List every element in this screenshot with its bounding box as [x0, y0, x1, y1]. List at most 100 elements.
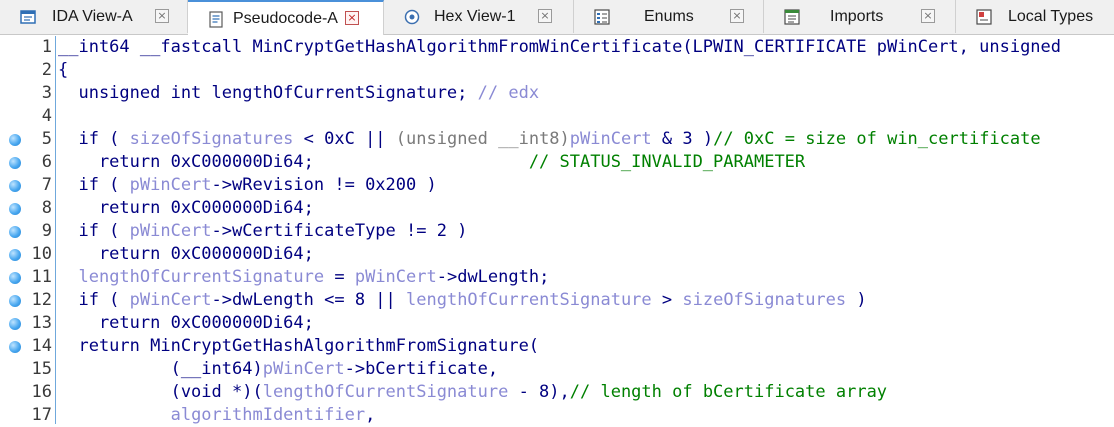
code-line[interactable]: 12 if ( pWinCert->dwLength <= 8 || lengt…	[0, 289, 1114, 312]
code-line[interactable]: 5 if ( sizeOfSignatures < 0xC || (unsign…	[0, 128, 1114, 151]
code-line[interactable]: 15 (__int64)pWinCert->bCertificate,	[0, 358, 1114, 381]
tab-label: Imports	[830, 8, 884, 25]
tab-label: Enums	[644, 8, 694, 25]
code-variable: algorithmIdentifier	[170, 405, 366, 425]
breakpoint-icon[interactable]	[9, 157, 21, 169]
code-variable: lengthOfCurrentSignature	[406, 290, 652, 310]
code-token: if (	[58, 290, 130, 310]
code-token: (void *)(	[58, 382, 263, 402]
code-line[interactable]: 11 lengthOfCurrentSignature = pWinCert->…	[0, 266, 1114, 289]
tab-enums[interactable]: Enums ×	[574, 0, 764, 33]
line-number: 4	[41, 106, 52, 126]
code-token: =	[324, 267, 355, 287]
line-number: 11	[31, 267, 52, 287]
code-line[interactable]: 1 __int64 __fastcall MinCryptGetHashAlgor…	[0, 36, 1114, 59]
breakpoint-icon[interactable]	[9, 134, 21, 146]
code-variable: sizeOfSignatures	[682, 290, 847, 310]
pseudocode-editor[interactable]: 1 __int64 __fastcall MinCryptGetHashAlgor…	[0, 36, 1114, 425]
code-token: return 0xC000000Di64;	[58, 244, 314, 264]
code-token: < 0xC ||	[293, 129, 396, 149]
hex-view-icon	[404, 9, 420, 25]
code-token: ->dwLength;	[436, 267, 550, 287]
code-text: return MinCryptGetHashAlgorithmFromSigna…	[58, 336, 539, 356]
pseudocode-icon	[209, 11, 223, 28]
code-token: )	[846, 290, 867, 310]
line-number: 10	[31, 244, 52, 264]
breakpoint-icon[interactable]	[9, 341, 21, 353]
code-text: if ( pWinCert->wRevision != 0x200 )	[58, 175, 437, 195]
tab-local-types[interactable]: Local Types	[956, 0, 1114, 33]
breakpoint-icon[interactable]	[9, 226, 21, 238]
line-number: 16	[31, 382, 52, 402]
code-text: return 0xC000000Di64;	[58, 313, 314, 333]
tab-label: Local Types	[1008, 8, 1094, 25]
code-line[interactable]: 4	[0, 105, 1114, 128]
code-token: if (	[58, 129, 130, 149]
code-token: ->wRevision != 0x200 )	[211, 175, 437, 195]
code-token: >	[651, 290, 683, 310]
close-icon[interactable]: ×	[538, 9, 552, 23]
code-variable: pWinCert	[129, 221, 212, 241]
code-text: unsigned int lengthOfCurrentSignature; /…	[58, 83, 539, 103]
code-text: {	[58, 60, 68, 80]
code-line[interactable]: 3 unsigned int lengthOfCurrentSignature;…	[0, 82, 1114, 105]
code-text: if ( sizeOfSignatures < 0xC || (unsigned…	[58, 129, 1041, 149]
breakpoint-icon[interactable]	[9, 318, 21, 330]
tab-pseudocode-a[interactable]: Pseudocode-A ×	[188, 0, 384, 35]
code-text: (__int64)pWinCert->bCertificate,	[58, 359, 499, 379]
code-text: lengthOfCurrentSignature = pWinCert->dwL…	[58, 267, 549, 287]
close-icon[interactable]: ×	[921, 9, 935, 23]
code-variable: lengthOfCurrentSignature	[78, 267, 325, 287]
tab-label: Hex View-1	[434, 8, 516, 25]
breakpoint-icon[interactable]	[9, 295, 21, 307]
code-line[interactable]: 7 if ( pWinCert->wRevision != 0x200 )	[0, 174, 1114, 197]
code-variable: sizeOfSignatures	[129, 129, 294, 149]
code-token: {	[58, 60, 69, 80]
code-line[interactable]: 2{	[0, 59, 1114, 82]
line-number: 5	[41, 129, 52, 149]
breakpoint-icon[interactable]	[9, 272, 21, 284]
code-line[interactable]: 10 return 0xC000000Di64;	[0, 243, 1114, 266]
code-token: if (	[58, 175, 130, 195]
line-number: 13	[31, 313, 52, 333]
code-text: __int64 __fastcall MinCryptGetHashAlgori…	[58, 37, 1061, 57]
tab-hex-view-1[interactable]: Hex View-1 ×	[384, 0, 574, 33]
close-icon[interactable]: ×	[155, 9, 169, 23]
tab-ida-view-a[interactable]: IDA View-A ×	[0, 0, 188, 33]
line-number: 17	[31, 405, 52, 425]
line-number: 14	[31, 336, 52, 356]
code-line[interactable]: 16 (void *)(lengthOfCurrentSignature - 8…	[0, 381, 1114, 404]
breakpoint-icon[interactable]	[9, 249, 21, 261]
code-text: (void *)(lengthOfCurrentSignature - 8),/…	[58, 382, 887, 402]
code-line[interactable]: 13 return 0xC000000Di64;	[0, 312, 1114, 335]
close-icon[interactable]: ×	[730, 9, 744, 23]
line-number: 15	[31, 359, 52, 379]
code-line[interactable]: 14 return MinCryptGetHashAlgorithmFromSi…	[0, 335, 1114, 358]
breakpoint-icon[interactable]	[9, 203, 21, 215]
tab-label: IDA View-A	[52, 8, 133, 25]
code-line[interactable]: 9 if ( pWinCert->wCertificateType != 2 )	[0, 220, 1114, 243]
tab-imports[interactable]: Imports ×	[764, 0, 956, 33]
code-token: return MinCryptGetHashAlgorithmFromSigna…	[58, 336, 540, 356]
code-comment: // 0xC = size of win_certificate	[713, 129, 1041, 149]
code-text: if ( pWinCert->dwLength <= 8 || lengthOf…	[58, 290, 867, 310]
line-number: 9	[41, 221, 52, 241]
breakpoint-icon[interactable]	[9, 180, 21, 192]
code-line[interactable]: 6 return 0xC000000Di64; // STATUS_INVALI…	[0, 151, 1114, 174]
ida-view-icon	[20, 10, 36, 24]
code-token: ->wCertificateType != 2 )	[211, 221, 468, 241]
code-variable: pWinCert	[354, 267, 437, 287]
line-number: 7	[41, 175, 52, 195]
code-text: algorithmIdentifier,	[58, 405, 376, 425]
code-variable: lengthOfCurrentSignature	[262, 382, 509, 402]
code-comment: // STATUS_INVALID_PARAMETER	[528, 152, 806, 172]
code-token: return 0xC000000Di64;	[58, 198, 314, 218]
enums-icon	[594, 9, 610, 25]
code-variable: // edx	[477, 83, 540, 103]
code-line[interactable]: 8 return 0xC000000Di64;	[0, 197, 1114, 220]
code-token: ->bCertificate,	[344, 359, 499, 379]
close-icon[interactable]: ×	[345, 11, 359, 25]
code-comment: // length of bCertificate array	[569, 382, 888, 402]
code-variable: pWinCert	[569, 129, 652, 149]
